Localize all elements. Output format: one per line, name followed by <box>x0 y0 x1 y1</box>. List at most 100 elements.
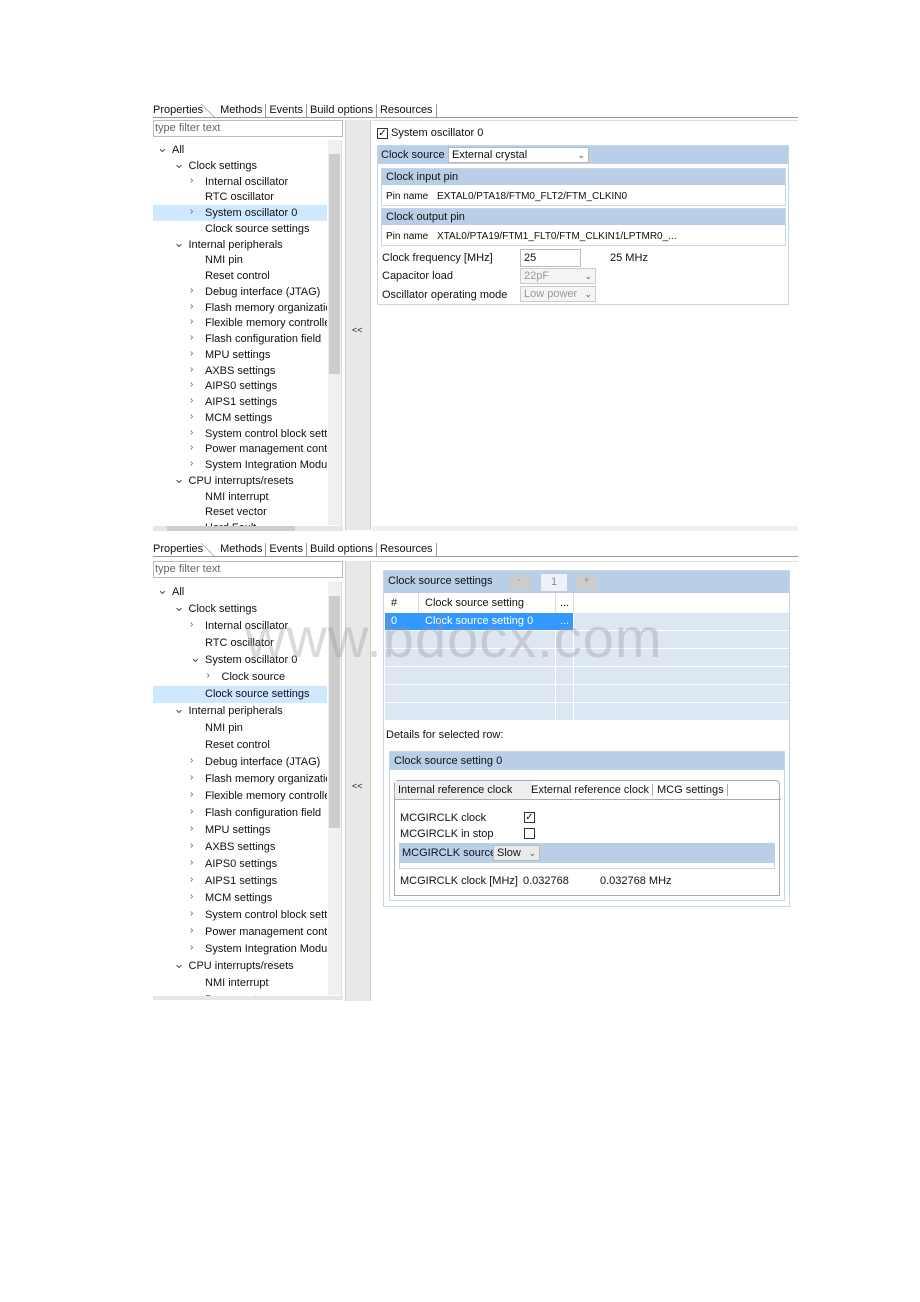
tree-item[interactable]: › System control block settings <box>153 426 327 442</box>
tab-methods[interactable]: Methods <box>217 543 267 556</box>
mcgirclk-source-select[interactable]: Slow ⌄ <box>493 845 540 861</box>
tree-item[interactable]: › Flash memory organization <box>153 300 327 316</box>
chevron-right-icon[interactable]: › <box>190 427 193 438</box>
chevron-right-icon[interactable]: › <box>190 442 193 453</box>
chevron-right-icon[interactable]: › <box>190 411 193 422</box>
tree-item[interactable]: Reset vector <box>153 504 327 520</box>
chevron-down-icon[interactable]: ⌄ <box>157 142 168 156</box>
tab-build-options[interactable]: Build options <box>307 543 377 556</box>
chevron-down-icon[interactable]: ⌄ <box>190 652 201 666</box>
tab-events[interactable]: Events <box>266 543 307 556</box>
tree-item[interactable]: ⌄ CPU interrupts/resets <box>153 958 327 975</box>
tree-item[interactable]: Reset control <box>153 268 327 284</box>
chevron-down-icon[interactable]: ⌄ <box>174 601 185 615</box>
tree-item[interactable]: › AIPS1 settings <box>153 873 327 890</box>
tree-item[interactable]: › Debug interface (JTAG) <box>153 284 327 300</box>
mcgirclk-clock-checkbox[interactable]: ✓ <box>524 812 535 823</box>
tree-item[interactable]: › Internal oscillator <box>153 174 327 190</box>
add-row-button[interactable]: + <box>576 575 597 590</box>
tree-item[interactable]: › Flexible memory controller <box>153 315 327 331</box>
chevron-right-icon[interactable]: › <box>190 908 193 919</box>
chevron-right-icon[interactable]: › <box>190 840 193 851</box>
tree-item[interactable]: ⌄ Clock settings <box>153 158 327 174</box>
tree-item[interactable]: › MPU settings <box>153 822 327 839</box>
tree-item[interactable]: › Flash configuration field <box>153 805 327 822</box>
tree-hscrollbar[interactable] <box>153 526 343 531</box>
tree-item[interactable]: Clock source settings <box>153 686 327 703</box>
tree-item[interactable]: › MCM settings <box>153 890 327 907</box>
scroll-thumb[interactable] <box>329 154 340 374</box>
tab-external-reference-clock[interactable]: External reference clock <box>531 784 653 796</box>
operating-mode-select[interactable]: Low power ⌄ <box>520 286 596 302</box>
tree-item[interactable]: ⌄ All <box>153 142 327 158</box>
chevron-right-icon[interactable]: › <box>190 316 193 327</box>
chevron-down-icon[interactable]: ⌄ <box>157 584 168 598</box>
tree-item[interactable]: NMI pin <box>153 252 327 268</box>
chevron-right-icon[interactable]: › <box>190 395 193 406</box>
tree-item[interactable]: RTC oscillator <box>153 189 327 205</box>
tab-build-options[interactable]: Build options <box>307 104 377 117</box>
chevron-down-icon[interactable]: ⌄ <box>174 958 185 972</box>
clock-frequency-input[interactable]: 25 <box>520 249 581 267</box>
chevron-right-icon[interactable]: › <box>190 874 193 885</box>
tree-item[interactable]: › AIPS0 settings <box>153 378 327 394</box>
chevron-right-icon[interactable]: › <box>190 332 193 343</box>
chevron-right-icon[interactable]: › <box>190 619 193 630</box>
chevron-right-icon[interactable]: › <box>190 379 193 390</box>
collapse-splitter[interactable]: << <box>345 120 371 530</box>
tree-scrollbar[interactable] <box>328 140 341 525</box>
tree-item[interactable]: ⌄ CPU interrupts/resets <box>153 473 327 489</box>
chevron-right-icon[interactable]: › <box>190 891 193 902</box>
tree-item[interactable]: Reset control <box>153 737 327 754</box>
tree-item[interactable]: › System Integration Module <box>153 457 327 473</box>
tree-item[interactable]: ⌄ Internal peripherals <box>153 703 327 720</box>
capacitor-load-select[interactable]: 22pF ⌄ <box>520 268 596 284</box>
tree-item[interactable]: › Flash configuration field <box>153 331 327 347</box>
tree-item[interactable]: › Debug interface (JTAG) <box>153 754 327 771</box>
panel-hscrollbar[interactable] <box>372 526 798 531</box>
tree-item[interactable]: › AXBS settings <box>153 839 327 856</box>
tab-properties[interactable]: Properties <box>153 543 217 557</box>
chevron-right-icon[interactable]: › <box>190 285 193 296</box>
tree-item[interactable]: Clock source settings <box>153 221 327 237</box>
chevron-right-icon[interactable]: › <box>190 806 193 817</box>
tree-item[interactable]: › AIPS1 settings <box>153 394 327 410</box>
chevron-down-icon[interactable]: ⌄ <box>174 473 185 487</box>
mcgirclk-stop-checkbox[interactable] <box>524 828 535 839</box>
chevron-right-icon[interactable]: › <box>190 823 193 834</box>
tree-item[interactable]: › AIPS0 settings <box>153 856 327 873</box>
chevron-right-icon[interactable]: › <box>190 772 193 783</box>
tab-properties[interactable]: Properties <box>153 104 217 118</box>
tree-item[interactable]: ⌄ Internal peripherals <box>153 237 327 253</box>
tree-item[interactable]: › Flexible memory controller <box>153 788 327 805</box>
chevron-right-icon[interactable]: › <box>190 857 193 868</box>
clock-source-select[interactable]: External crystal ⌄ <box>448 147 589 163</box>
chevron-down-icon[interactable]: ⌄ <box>174 158 185 172</box>
tree-item[interactable]: › System Integration Module <box>153 941 327 958</box>
chevron-right-icon[interactable]: › <box>190 755 193 766</box>
tree-item[interactable]: NMI interrupt <box>153 489 327 505</box>
enable-checkbox[interactable]: ✓ <box>377 128 388 139</box>
chevron-right-icon[interactable]: › <box>190 348 193 359</box>
tree-item[interactable]: › Flash memory organization <box>153 771 327 788</box>
tab-resources[interactable]: Resources <box>377 104 437 117</box>
tab-methods[interactable]: Methods <box>217 104 267 117</box>
chevron-right-icon[interactable]: › <box>190 301 193 312</box>
chevron-down-icon[interactable]: ⌄ <box>174 703 185 717</box>
filter-input[interactable]: type filter text <box>153 120 343 137</box>
tree-item[interactable]: NMI pin <box>153 720 327 737</box>
chevron-right-icon[interactable]: › <box>190 364 193 375</box>
chevron-right-icon[interactable]: › <box>190 175 193 186</box>
tree-hscrollbar[interactable] <box>153 996 343 1000</box>
tab-resources[interactable]: Resources <box>377 543 437 556</box>
collapse-button[interactable]: << <box>352 781 363 791</box>
chevron-right-icon[interactable]: › <box>190 458 193 469</box>
chevron-right-icon[interactable]: › <box>190 942 193 953</box>
tree-item[interactable]: › MCM settings <box>153 410 327 426</box>
chevron-right-icon[interactable]: › <box>190 789 193 800</box>
remove-row-button[interactable]: - <box>509 575 530 590</box>
tree-item[interactable]: › System oscillator 0 <box>153 205 327 221</box>
chevron-right-icon[interactable]: › <box>207 670 210 681</box>
tree-item[interactable]: › Power management controller <box>153 924 327 941</box>
chevron-right-icon[interactable]: › <box>190 206 193 217</box>
